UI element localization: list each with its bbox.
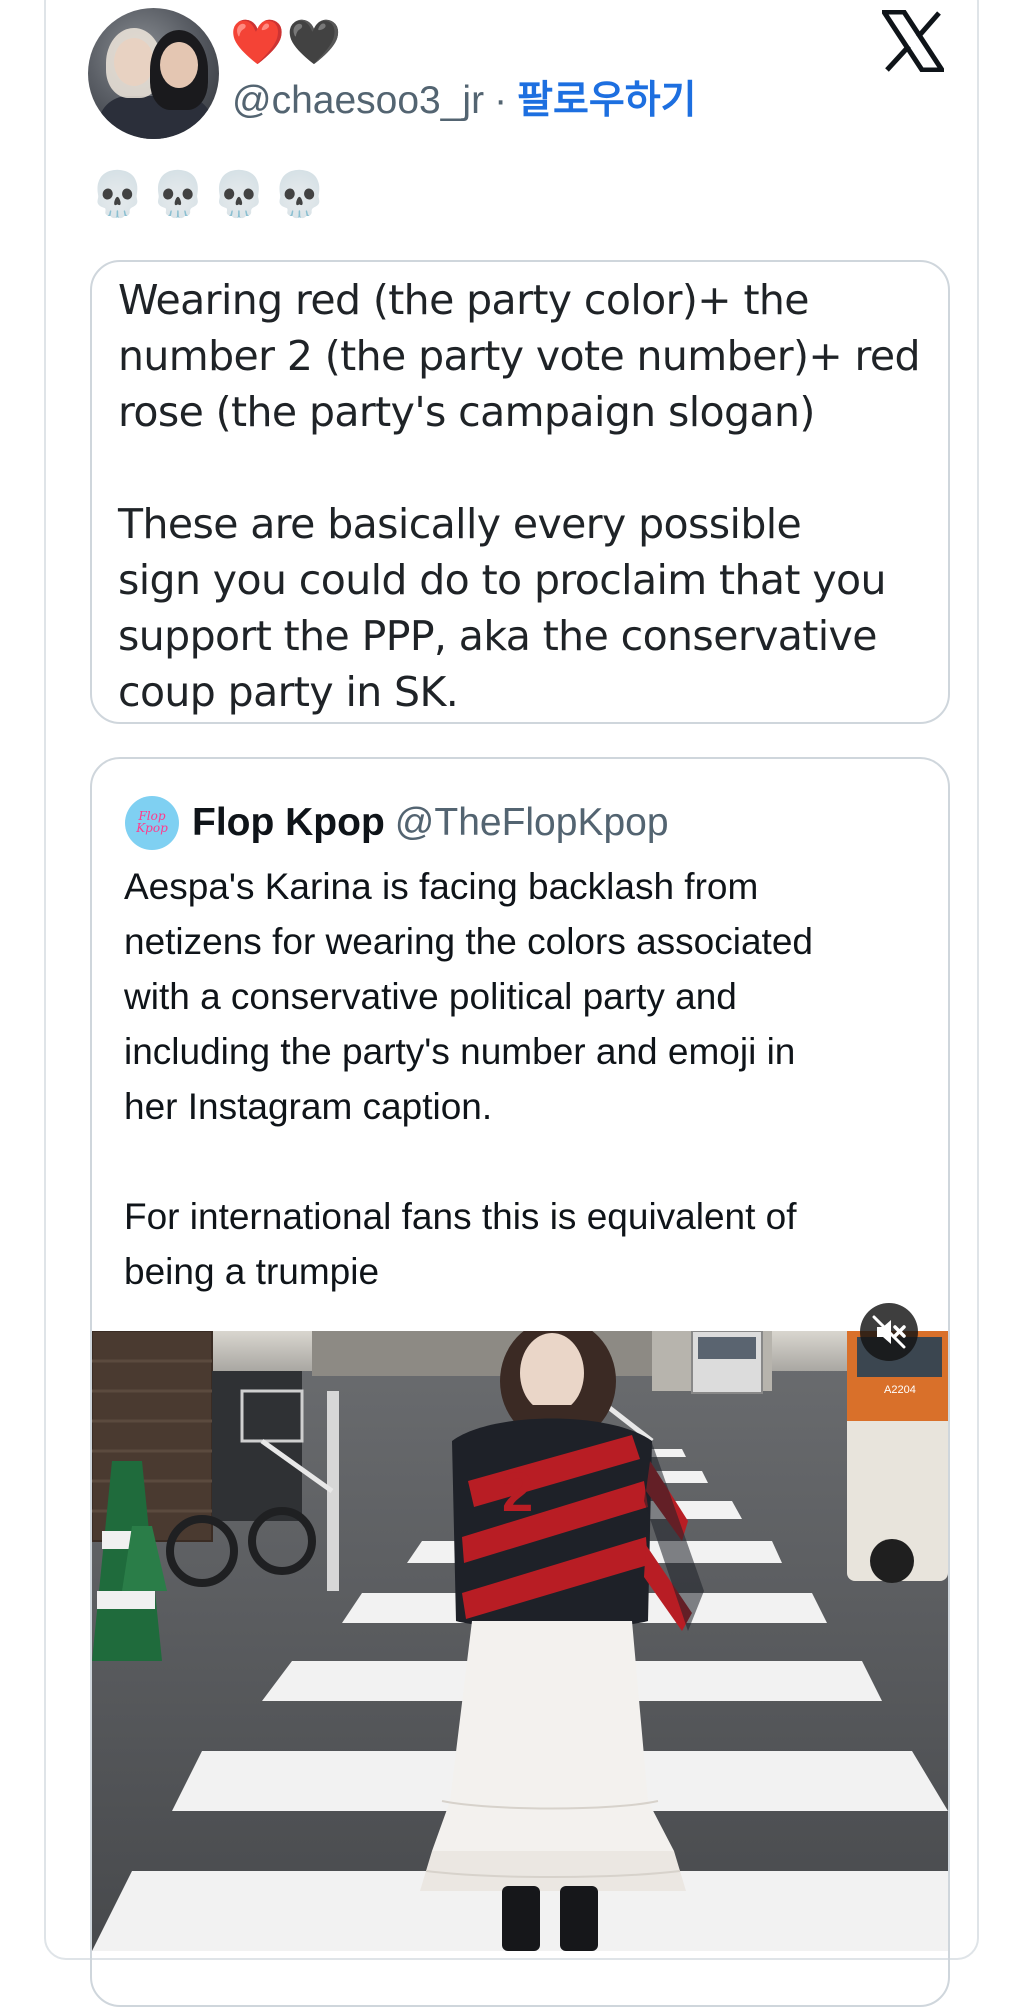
x-logo-icon[interactable] [882, 10, 944, 72]
street-photo: A2204 2 [92, 1331, 948, 1951]
quoted-line: Aespa's Karina is facing backlash from [124, 866, 759, 907]
quoted-line: her Instagram caption. [124, 1086, 493, 1127]
black-heart-emoji: 🖤 [286, 18, 344, 67]
video-thumbnail[interactable]: A2204 2 [92, 1331, 948, 1951]
box-line: coup party in SK. [118, 668, 459, 716]
box-line: rose (the party's campaign slogan) [118, 388, 815, 436]
jacket-number: 2 [502, 1460, 533, 1523]
avatar[interactable] [88, 8, 219, 139]
quoted-line: being a trumpie [124, 1251, 380, 1292]
box-line: Wearing red (the party color)+ the [118, 276, 810, 324]
display-name-emojis: ❤️🖤 [230, 18, 344, 68]
follow-button[interactable]: 팔로우하기 [517, 79, 696, 122]
flop-kpop-avatar[interactable]: Flop Kpop [125, 796, 179, 850]
separator: · [494, 79, 508, 122]
handle-row: @chaesoo3_jr · 팔로우하기 [232, 76, 696, 126]
speaker-muted-glyph [872, 1315, 906, 1349]
quoted-author[interactable]: Flop Kpop @TheFlopKpop [192, 799, 669, 847]
quoted-tweet[interactable]: Flop Kpop Flop Kpop @TheFlopKpop Aespa's … [90, 757, 950, 2007]
quoted-text-box: Wearing red (the party color)+ the numbe… [90, 260, 950, 724]
user-handle[interactable]: @chaesoo3_jr [232, 79, 484, 122]
speaker-muted-icon[interactable] [860, 1303, 918, 1361]
tweet-text-skulls: 💀💀💀💀 [90, 170, 334, 219]
box-line: sign you could do to proclaim that you [118, 556, 886, 604]
quoted-line: including the party's number and emoji i… [124, 1031, 796, 1072]
quoted-line: For international fans this is equivalen… [124, 1196, 797, 1237]
quoted-author-name: Flop Kpop [192, 801, 385, 844]
quoted-line: with a conservative political party and [124, 976, 737, 1017]
red-heart-emoji: ❤️ [230, 18, 287, 67]
quoted-author-handle: @TheFlopKpop [394, 801, 669, 844]
quoted-line: netizens for wearing the colors associat… [124, 921, 813, 962]
box-line: These are basically every possible [118, 500, 802, 548]
bus-number: A2204 [884, 1384, 916, 1396]
logo-text: Kpop [136, 821, 168, 835]
quoted-tweet-text: Aespa's Karina is facing backlash from n… [124, 859, 924, 1299]
box-line: number 2 (the party vote number)+ red [118, 332, 921, 380]
box-line: support the PPP, aka the conservative [118, 612, 877, 660]
